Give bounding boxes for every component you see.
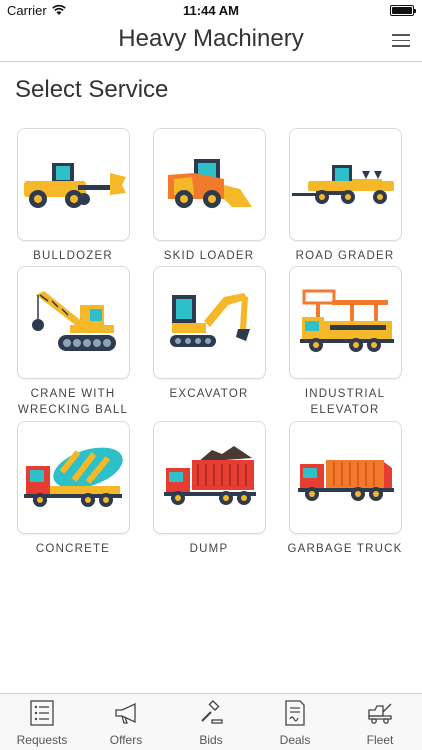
service-label: DUMP [189, 543, 229, 555]
clock: 11:44 AM [183, 3, 239, 18]
tab-requests[interactable]: Requests [0, 694, 84, 750]
industrial-elevator-icon [300, 289, 394, 352]
nav-bar: Heavy Machinery [0, 22, 422, 62]
app-title: Heavy Machinery [118, 25, 304, 52]
tab-label: Requests [16, 733, 68, 747]
status-bar: Carrier 11:44 AM [0, 0, 422, 22]
tab-offers[interactable]: Offers [84, 694, 168, 750]
road-grader-icon [292, 165, 394, 204]
tow-truck-icon [368, 703, 392, 724]
service-card[interactable] [17, 128, 130, 241]
service-card[interactable] [289, 266, 402, 379]
megaphone-icon [115, 702, 136, 724]
skid-loader-icon [168, 159, 252, 208]
list-icon [30, 700, 54, 726]
service-label: INDUSTRIAL ELEVATOR [304, 388, 386, 416]
tab-bids[interactable]: Bids [169, 694, 253, 750]
tab-deals[interactable]: Deals [253, 694, 337, 750]
bulldozer-icon [24, 163, 126, 208]
concrete-mixer-icon [24, 447, 123, 507]
hamburger-menu-icon[interactable] [392, 34, 410, 48]
service-label: CONCRETE [35, 543, 111, 555]
service-card[interactable] [153, 266, 266, 379]
tab-label: Bids [199, 733, 223, 747]
tab-bar: Requests Offers Bids Deals Fleet [0, 693, 422, 750]
tab-label: Fleet [366, 733, 394, 747]
section-title: Select Service [15, 76, 169, 103]
service-label: GARBAGE TRUCK [287, 543, 403, 555]
dump-truck-icon [164, 446, 256, 505]
service-card[interactable] [289, 421, 402, 534]
garbage-truck-icon [298, 460, 394, 501]
gavel-icon [201, 700, 223, 724]
excavator-icon [170, 293, 250, 347]
tab-fleet[interactable]: Fleet [338, 694, 422, 750]
service-card[interactable] [17, 421, 130, 534]
service-label: EXCAVATOR [169, 388, 249, 400]
service-card[interactable] [153, 421, 266, 534]
tab-label: Offers [109, 733, 143, 747]
service-label: ROAD GRADER [295, 250, 395, 262]
crane-icon [32, 291, 116, 351]
service-card[interactable] [289, 128, 402, 241]
service-card[interactable] [17, 266, 130, 379]
service-card[interactable] [153, 128, 266, 241]
service-label: CRANE WITH WRECKING BALL [17, 388, 129, 416]
battery-icon [390, 5, 416, 16]
service-label: BULLDOZER [33, 250, 113, 262]
document-icon [285, 700, 305, 726]
service-label: SKID LOADER [163, 250, 255, 262]
tab-label: Deals [279, 733, 311, 747]
